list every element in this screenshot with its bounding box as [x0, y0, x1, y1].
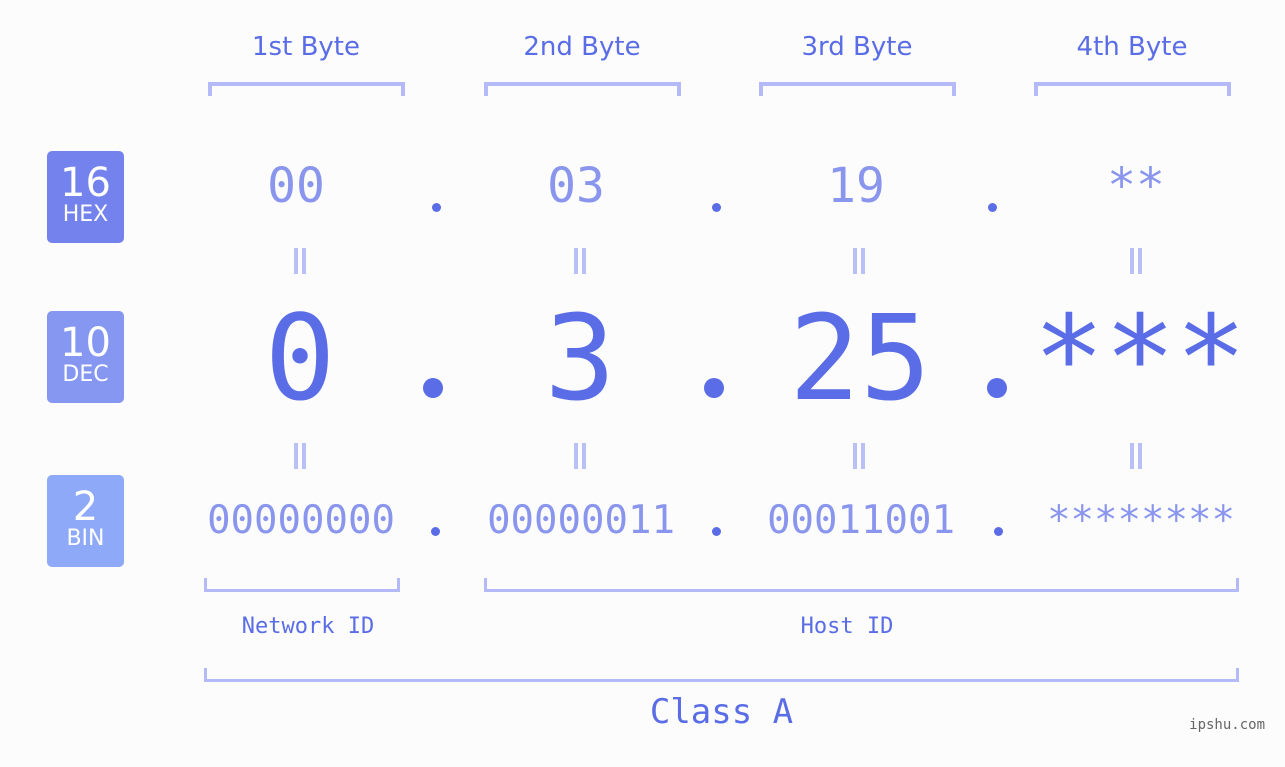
dec-badge-label: DEC: [62, 362, 109, 387]
dec-value-4: ***: [1033, 289, 1247, 427]
bin-separator-2: [712, 527, 721, 536]
bin-value-3: 00011001: [767, 498, 955, 543]
dec-value-3: 25: [788, 289, 932, 427]
host-id-bracket: [484, 578, 1239, 592]
hex-badge-label: HEX: [62, 202, 109, 227]
dec-value-1: 0: [264, 289, 336, 427]
byte-bracket-2: [484, 82, 681, 96]
byte-header-4: 4th Byte: [1076, 32, 1188, 62]
watermark: ipshu.com: [1189, 717, 1265, 733]
byte-header-3: 3rd Byte: [801, 32, 913, 62]
hex-badge: 16 HEX: [47, 151, 124, 243]
hex-separator-3: [988, 203, 997, 212]
equals-icon: [293, 443, 307, 469]
host-id-label: Host ID: [800, 614, 894, 639]
equals-icon: [573, 443, 587, 469]
equals-icon: [1129, 443, 1143, 469]
bin-separator-1: [431, 527, 440, 536]
equals-icon: [852, 248, 866, 274]
hex-value-2: 03: [547, 158, 605, 214]
hex-value-3: 19: [827, 158, 885, 214]
byte-bracket-4: [1034, 82, 1231, 96]
byte-header-1: 1st Byte: [252, 32, 360, 62]
equals-icon: [852, 443, 866, 469]
dec-separator-1: [423, 378, 443, 398]
network-id-label: Network ID: [241, 614, 375, 639]
byte-bracket-1: [208, 82, 405, 96]
bin-separator-3: [994, 527, 1003, 536]
dec-separator-2: [704, 378, 724, 398]
hex-separator-2: [712, 203, 721, 212]
dec-badge-number: 10: [60, 320, 111, 366]
bin-value-2: 00000011: [487, 498, 675, 543]
bin-badge-number: 2: [72, 484, 99, 530]
equals-icon: [573, 248, 587, 274]
byte-header-2: 2nd Byte: [523, 32, 641, 62]
ip-class-label: Class A: [649, 692, 794, 732]
hex-separator-1: [432, 203, 441, 212]
hex-value-1: 00: [267, 158, 325, 214]
bin-value-4: ********: [1047, 498, 1235, 543]
network-id-bracket: [204, 578, 400, 592]
bin-value-1: 00000000: [207, 498, 395, 543]
class-bracket: [204, 668, 1239, 682]
byte-bracket-3: [759, 82, 956, 96]
bin-badge: 2 BIN: [47, 475, 124, 567]
hex-value-4: **: [1107, 158, 1165, 214]
dec-separator-3: [987, 378, 1007, 398]
equals-icon: [293, 248, 307, 274]
equals-icon: [1129, 248, 1143, 274]
dec-badge: 10 DEC: [47, 311, 124, 403]
bin-badge-label: BIN: [66, 526, 105, 551]
hex-badge-number: 16: [60, 160, 111, 206]
dec-value-2: 3: [544, 289, 616, 427]
